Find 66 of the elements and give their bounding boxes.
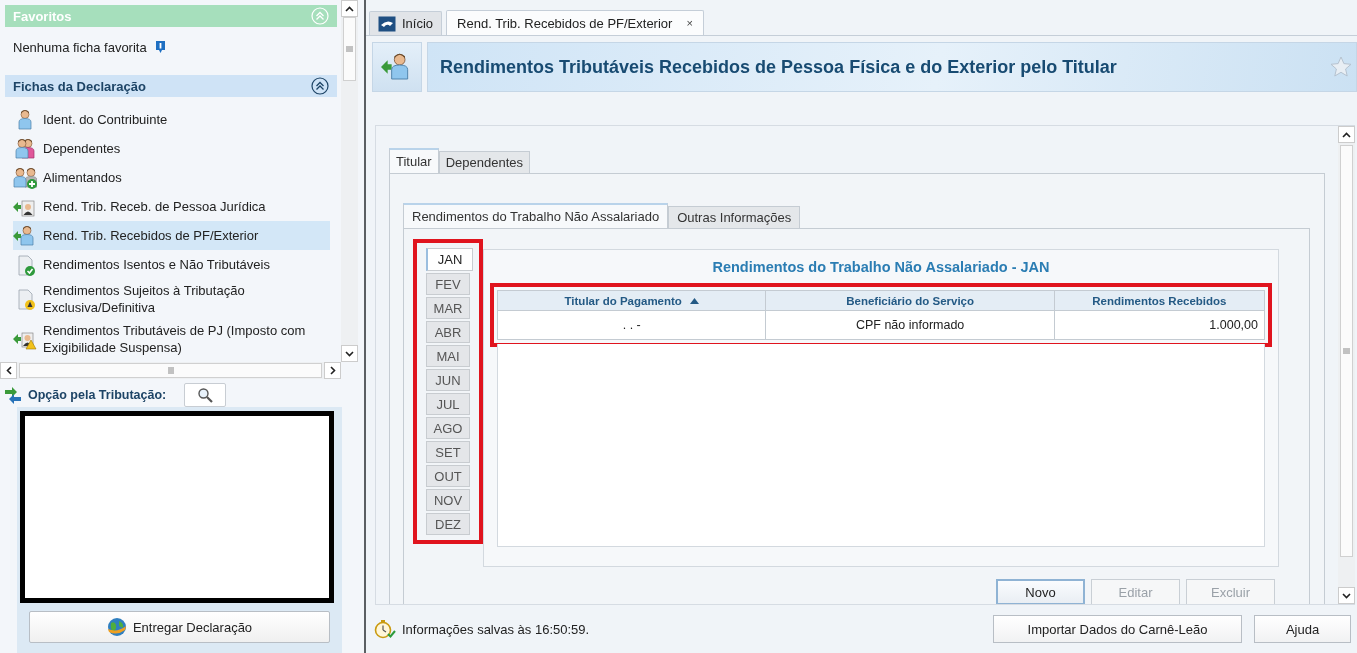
month-tab[interactable]: MAR (426, 297, 470, 319)
month-tab[interactable]: JAN (426, 248, 473, 271)
month-tab[interactable]: JUL (426, 393, 470, 415)
action-button[interactable]: Novo (996, 579, 1085, 604)
collapse-icon[interactable] (311, 77, 329, 95)
column-header[interactable]: Rendimentos Recebidos (1054, 290, 1265, 311)
info-icon (154, 40, 166, 54)
star-icon[interactable] (1330, 56, 1352, 78)
tab[interactable]: Rendimentos do Trabalho Não Assalariado (403, 203, 669, 228)
status-message: Informações salvas às 16:50:59. (402, 621, 591, 637)
month-tab[interactable]: AGO (426, 417, 470, 439)
column-header[interactable]: Titular do Pagamento (497, 290, 766, 311)
scroll-right-icon[interactable] (324, 362, 341, 379)
sidebar-item[interactable]: Rend. Trib. Receb. de Pessoa Jurídica (13, 192, 330, 221)
sidebar-item[interactable]: Rendimentos Sujeitos à Tributação Exclusiva/Definitiva (13, 279, 330, 319)
column-header[interactable]: Beneficiário do Serviço (765, 290, 1055, 311)
close-icon[interactable]: × (686, 17, 693, 29)
panel-title: Fichas da Declaração (13, 78, 146, 94)
tab[interactable]: Titular (389, 148, 439, 173)
month-tab[interactable]: JUN (426, 369, 470, 391)
search-icon (197, 386, 214, 403)
month-tab[interactable]: SET (426, 441, 470, 463)
swap-arrows-icon (4, 385, 22, 404)
empty-message: Nenhuma ficha favorita (13, 39, 147, 55)
sidebar-item[interactable]: Rend. Trib. Recebidos de PF/Exterior (13, 221, 330, 250)
scroll-down-icon[interactable] (341, 345, 358, 362)
tax-option-label: Opção pela Tributação: (28, 387, 167, 402)
footer-button[interactable]: Importar Dados do Carnê-Leão (993, 615, 1242, 643)
home-icon (378, 15, 396, 32)
scroll-up-icon[interactable] (341, 0, 358, 17)
submit-button[interactable]: Entregar Declaração (29, 611, 330, 643)
document-tab[interactable]: Início (369, 11, 443, 35)
scroll-left-icon[interactable] (0, 362, 17, 379)
table-cell: . . - (497, 310, 766, 340)
sidebar-item[interactable]: Ident. do Contribuinte (13, 105, 330, 134)
month-tab[interactable]: ABR (426, 321, 470, 343)
table-cell: CPF não informado (765, 310, 1055, 340)
scroll-up-icon[interactable] (1338, 126, 1355, 143)
month-tab[interactable]: FEV (426, 273, 470, 295)
person-arrow-icon (13, 224, 37, 247)
stopwatch-icon (374, 619, 396, 639)
table-cell: 1.000,00 (1054, 310, 1265, 340)
search-button[interactable] (184, 382, 227, 407)
tab[interactable]: Outras Informações (668, 206, 801, 228)
people-icon (13, 137, 37, 160)
globe-icon (106, 617, 127, 637)
panel-title: Favoritos (13, 8, 72, 24)
sidebar-item[interactable]: Alimentandos (13, 163, 330, 192)
month-tab[interactable]: DEZ (426, 513, 470, 535)
tab[interactable]: Dependentes (438, 151, 530, 173)
scroll-down-icon[interactable] (1338, 587, 1355, 604)
page-title: Rendimentos Tributáveis Recebidos de Pessoa Física e do Exterior pelo Titular (440, 56, 1117, 78)
sidebar-item[interactable]: Rendimentos Tributáveis de PJ (Imposto com Exigibilidade Suspensa) (13, 319, 330, 359)
month-tab[interactable]: OUT (426, 465, 470, 487)
document-tab[interactable]: Rend. Trib. Recebidos de PF/Exterior × (446, 10, 704, 35)
sidebar-item[interactable]: Rendimentos Isentos e Não Tributáveis (13, 250, 330, 279)
panel-header[interactable]: Fichas da Declaração (5, 75, 337, 97)
person-add-icon (13, 166, 37, 189)
scrollbar-thumb[interactable] (343, 17, 356, 81)
month-tab[interactable]: NOV (426, 489, 470, 511)
sidebar-item[interactable]: Dependentes (13, 134, 330, 163)
panel-title: Rendimentos do Trabalho Não Assalariado - JAN (711, 258, 1051, 277)
scrollbar-thumb[interactable] (1340, 145, 1353, 557)
month-tab[interactable]: MAI (426, 345, 470, 367)
scrollbar-thumb[interactable] (19, 363, 322, 378)
footer-button[interactable]: Ajuda (1254, 615, 1351, 643)
